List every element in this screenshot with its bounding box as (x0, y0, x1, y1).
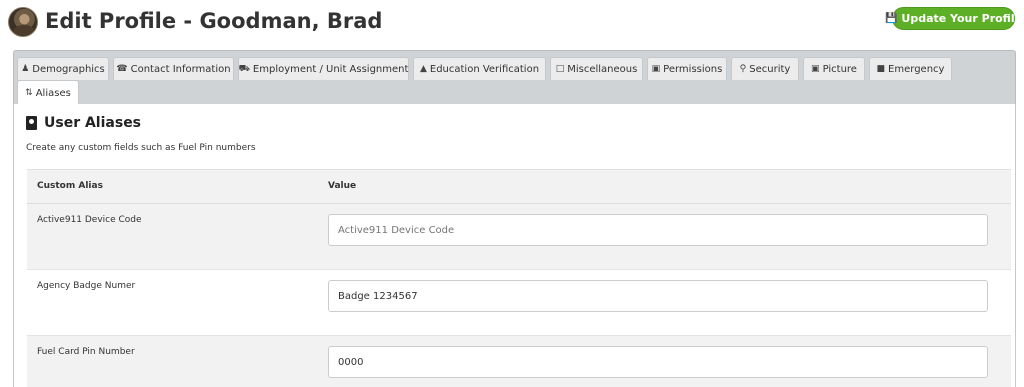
update-profile-button[interactable]: 💾 Update Your Profile (885, 7, 1022, 30)
tab-label: Emergency (888, 63, 945, 75)
tab-label: Aliases (35, 87, 71, 99)
section-title-text: User Aliases (44, 115, 142, 131)
sort-alpha-icon: ⇅ (25, 88, 33, 98)
tab-label: Education Verification (429, 63, 540, 75)
truck-icon: ⛟ (238, 63, 250, 74)
contact-card-icon: ■ (876, 64, 886, 74)
section-title: User Aliases (26, 115, 141, 131)
tab-label: Picture (822, 63, 857, 75)
tab-emergency[interactable]: ■ Emergency (869, 57, 952, 80)
address-book-icon (26, 116, 37, 130)
save-icon: 💾 (884, 13, 898, 24)
alias-label: Active911 Device Code (37, 215, 142, 225)
avatar (8, 7, 38, 37)
image-icon: ▣ (811, 64, 820, 74)
profile-tabs: ♟ Demographics ☎ Contact Information ⛟ E… (13, 50, 1016, 105)
table-row: Active911 Device Code (27, 204, 1011, 270)
alias-value-input[interactable] (328, 280, 988, 312)
alias-value-input[interactable] (328, 214, 988, 246)
tab-label: Miscellaneous (567, 63, 638, 75)
tab-label: Demographics (32, 63, 105, 75)
tab-picture[interactable]: ▣ Picture (803, 57, 865, 80)
phone-icon: ☎ (116, 64, 128, 74)
tab-aliases[interactable]: ⇅ Aliases (17, 80, 79, 105)
table-row: Agency Badge Numer (27, 270, 1011, 336)
update-profile-label: Update Your Profile (901, 12, 1023, 25)
tab-demographics[interactable]: ♟ Demographics (17, 57, 109, 80)
alias-label: Agency Badge Numer (37, 281, 136, 291)
tab-label: Contact Information (130, 63, 231, 75)
tab-employment-unit-assignment[interactable]: ⛟ Employment / Unit Assignment (238, 57, 409, 80)
key-icon: ⚲ (739, 64, 747, 74)
user-icon: ♟ (21, 64, 30, 74)
alias-value-input[interactable] (328, 346, 988, 378)
tab-contact-information[interactable]: ☎ Contact Information (113, 57, 234, 80)
tab-label: Employment / Unit Assignment (252, 63, 409, 75)
column-header-value: Value (328, 181, 357, 191)
page-title: Edit Profile - Goodman, Brad (45, 9, 383, 33)
tab-miscellaneous[interactable]: □ Miscellaneous (550, 57, 643, 80)
tab-permissions[interactable]: ▣ Permissions (647, 57, 727, 80)
alias-label: Fuel Card Pin Number (37, 347, 135, 357)
table-header: Custom Alias Value (27, 169, 1011, 204)
tab-education-verification[interactable]: ▲ Education Verification (413, 57, 546, 80)
column-header-custom-alias: Custom Alias (37, 181, 103, 191)
tab-label: Security (749, 63, 791, 75)
aliases-panel: User Aliases Create any custom fields su… (13, 104, 1016, 387)
table-row: Fuel Card Pin Number (27, 336, 1011, 387)
page-header: Edit Profile - Goodman, Brad 💾 Update Yo… (0, 0, 1024, 44)
tab-security[interactable]: ⚲ Security (731, 57, 799, 80)
aliases-table: Custom Alias Value Active911 Device Code… (27, 169, 1011, 387)
section-description: Create any custom fields such as Fuel Pi… (26, 143, 256, 153)
graduation-cap-icon: ▲ (419, 64, 427, 74)
lock-icon: ▣ (651, 64, 661, 74)
file-icon: □ (555, 64, 565, 74)
tab-label: Permissions (663, 63, 723, 75)
